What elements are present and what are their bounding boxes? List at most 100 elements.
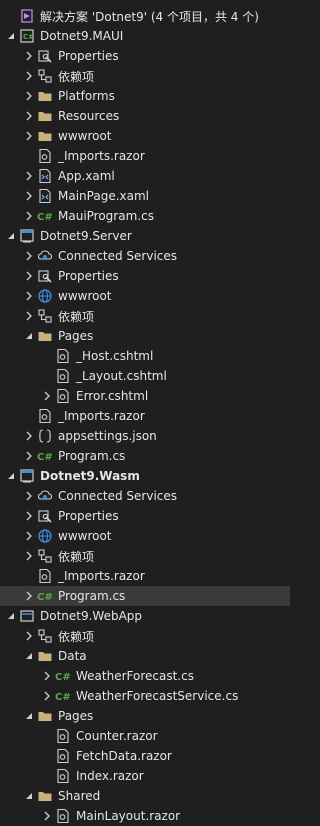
svg-text:C#: C#: [37, 592, 53, 603]
wrench-icon: [36, 507, 54, 525]
expand-arrow-icon[interactable]: [4, 606, 18, 626]
tree-row[interactable]: C# Program.cs: [0, 586, 290, 606]
dependencies-icon: [36, 627, 54, 645]
svg-text:C#: C#: [23, 33, 34, 41]
tree-row[interactable]: C# WeatherForecast.cs: [0, 666, 290, 686]
collapse-arrow-icon[interactable]: [22, 586, 36, 606]
tree-item-label: Shared: [58, 789, 101, 803]
collapse-arrow-icon[interactable]: [22, 186, 36, 206]
tree-row[interactable]: _Imports.razor: [0, 146, 290, 166]
tree-row[interactable]: _Imports.razor: [0, 566, 290, 586]
expand-arrow-icon[interactable]: [4, 226, 18, 246]
tree-item-label: Properties: [58, 49, 119, 63]
csharp-file-icon: C#: [36, 447, 54, 465]
collapse-arrow-icon[interactable]: [22, 106, 36, 126]
collapse-arrow-icon[interactable]: [22, 306, 36, 326]
tree-item-label: Dotnet9.WebApp: [40, 609, 143, 623]
tree-row[interactable]: Pages: [0, 326, 290, 346]
solution-icon: [18, 7, 36, 25]
tree-row[interactable]: Pages: [0, 706, 290, 726]
collapse-arrow-icon[interactable]: [22, 66, 36, 86]
tree-row[interactable]: MainPage.xaml: [0, 186, 290, 206]
collapse-arrow-icon[interactable]: [22, 126, 36, 146]
folder-icon: [36, 87, 54, 105]
tree-item-label: App.xaml: [58, 169, 115, 183]
tree-row[interactable]: wwwroot: [0, 526, 290, 546]
toggle-spacer: [40, 726, 54, 746]
collapse-arrow-icon[interactable]: [22, 266, 36, 286]
collapse-arrow-icon[interactable]: [22, 446, 36, 466]
tree-row[interactable]: C# Program.cs: [0, 446, 290, 466]
tree-row[interactable]: wwwroot: [0, 126, 290, 146]
tree-row[interactable]: App.xaml: [0, 166, 290, 186]
tree-row[interactable]: Properties: [0, 506, 290, 526]
collapse-arrow-icon[interactable]: [22, 286, 36, 306]
tree-row[interactable]: C# Dotnet9.MAUI: [0, 26, 290, 46]
tree-row[interactable]: 依赖项: [0, 626, 290, 646]
tree-row[interactable]: Connected Services: [0, 246, 290, 266]
tree-row[interactable]: appsettings.json: [0, 426, 290, 446]
tree-row[interactable]: Platforms: [0, 86, 290, 106]
collapse-arrow-icon[interactable]: [22, 46, 36, 66]
tree-item-label: Data: [58, 649, 87, 663]
tree-row[interactable]: Dotnet9.Wasm: [0, 466, 290, 486]
collapse-arrow-icon[interactable]: [40, 686, 54, 706]
tree-row[interactable]: wwwroot: [0, 286, 290, 306]
collapse-arrow-icon[interactable]: [22, 426, 36, 446]
tree-row[interactable]: _Host.cshtml: [0, 346, 290, 366]
tree-item-label: appsettings.json: [58, 429, 157, 443]
collapse-arrow-icon[interactable]: [22, 86, 36, 106]
toggle-spacer: [40, 366, 54, 386]
collapse-arrow-icon[interactable]: [22, 506, 36, 526]
razor-file-icon: [54, 807, 72, 825]
tree-row[interactable]: _Imports.razor: [0, 406, 290, 426]
tree-row[interactable]: _Layout.cshtml: [0, 366, 290, 386]
expand-arrow-icon[interactable]: [22, 326, 36, 346]
tree-row[interactable]: Shared: [0, 786, 290, 806]
tree-item-label: Properties: [58, 269, 119, 283]
expand-arrow-icon[interactable]: [4, 466, 18, 486]
expand-arrow-icon[interactable]: [22, 706, 36, 726]
toggle-spacer: [4, 6, 18, 26]
collapse-arrow-icon[interactable]: [22, 546, 36, 566]
tree-row[interactable]: Connected Services: [0, 486, 290, 506]
expand-arrow-icon[interactable]: [4, 26, 18, 46]
expand-arrow-icon[interactable]: [22, 646, 36, 666]
tree-row[interactable]: Counter.razor: [0, 726, 290, 746]
collapse-arrow-icon[interactable]: [40, 386, 54, 406]
tree-row[interactable]: C# WeatherForecastService.cs: [0, 686, 290, 706]
tree-row[interactable]: Properties: [0, 46, 290, 66]
tree-row[interactable]: Resources: [0, 106, 290, 126]
json-file-icon: [36, 427, 54, 445]
csharp-file-icon: C#: [54, 687, 72, 705]
tree-row[interactable]: FetchData.razor: [0, 746, 290, 766]
svg-text:C#: C#: [55, 672, 71, 683]
collapse-arrow-icon[interactable]: [40, 666, 54, 686]
tree-row[interactable]: Error.cshtml: [0, 386, 290, 406]
tree-row[interactable]: 依赖项: [0, 306, 290, 326]
class-library-icon: [18, 607, 36, 625]
tree-item-label: Dotnet9.Wasm: [40, 469, 140, 483]
tree-row[interactable]: Index.razor: [0, 766, 290, 786]
collapse-arrow-icon[interactable]: [22, 526, 36, 546]
collapse-arrow-icon[interactable]: [40, 806, 54, 826]
tree-row[interactable]: 解决方案 'Dotnet9' (4 个项目，共 4 个): [0, 6, 290, 26]
tree-row[interactable]: C# MauiProgram.cs: [0, 206, 290, 226]
toggle-spacer: [40, 766, 54, 786]
tree-row[interactable]: 依赖项: [0, 66, 290, 86]
tree-row[interactable]: Dotnet9.WebApp: [0, 606, 290, 626]
tree-row[interactable]: Dotnet9.Server: [0, 226, 290, 246]
tree-item-label: MainPage.xaml: [58, 189, 149, 203]
tree-item-label: Properties: [58, 509, 119, 523]
collapse-arrow-icon[interactable]: [22, 626, 36, 646]
collapse-arrow-icon[interactable]: [22, 166, 36, 186]
tree-row[interactable]: 依赖项: [0, 546, 290, 566]
tree-row[interactable]: Properties: [0, 266, 290, 286]
expand-arrow-icon[interactable]: [22, 786, 36, 806]
tree-row[interactable]: MainLayout.razor: [0, 806, 290, 826]
collapse-arrow-icon[interactable]: [22, 206, 36, 226]
collapse-arrow-icon[interactable]: [22, 246, 36, 266]
tree-row[interactable]: Data: [0, 646, 290, 666]
folder-icon: [36, 647, 54, 665]
collapse-arrow-icon[interactable]: [22, 486, 36, 506]
